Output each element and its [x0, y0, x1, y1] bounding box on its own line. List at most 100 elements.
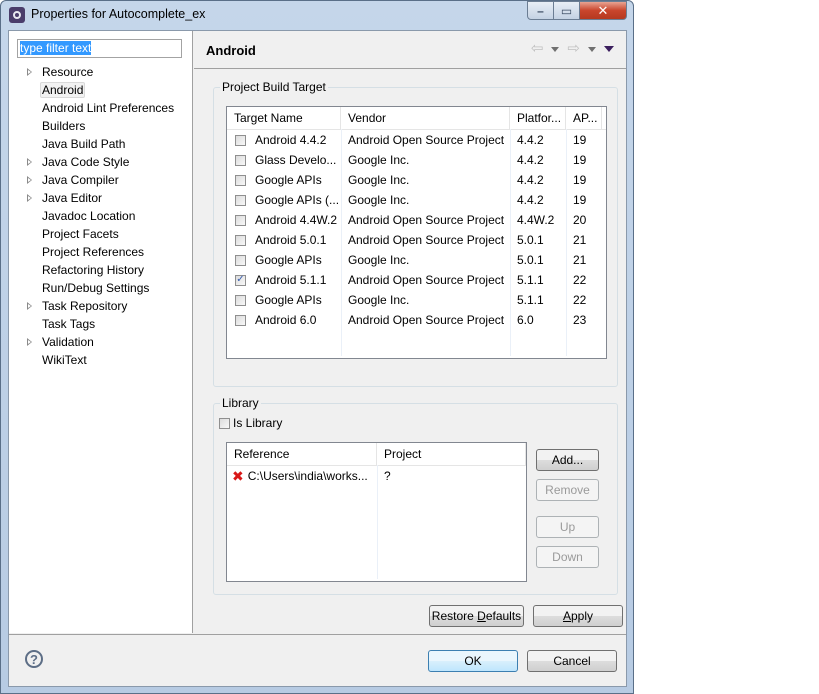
- checkbox[interactable]: [235, 174, 246, 186]
- api-cell: 21: [573, 253, 587, 267]
- forward-dropdown-icon[interactable]: [588, 46, 596, 52]
- apply-label: Apply: [562, 609, 594, 623]
- vendor-cell: Android Open Source Project: [348, 233, 505, 247]
- restore-defaults-button[interactable]: Restore Defaults: [429, 605, 524, 627]
- checkbox[interactable]: [235, 194, 246, 206]
- sidebar-item-project-references[interactable]: Project References: [9, 243, 192, 261]
- group-label: Library: [220, 396, 261, 410]
- checkbox[interactable]: [235, 314, 246, 326]
- expand-arrow-icon[interactable]: [27, 338, 32, 346]
- remove-button[interactable]: Remove: [536, 479, 599, 501]
- reference-path: C:\Users\india\works...: [247, 469, 368, 483]
- close-button[interactable]: ✕: [580, 1, 627, 20]
- title-bar[interactable]: Properties for Autocomplete_ex – ▭ ✕: [1, 1, 633, 29]
- sidebar-item-android[interactable]: Android: [9, 81, 192, 99]
- view-menu-icon[interactable]: [604, 46, 614, 52]
- sidebar-item-builders[interactable]: Builders: [9, 117, 192, 135]
- checkbox[interactable]: [235, 234, 246, 246]
- column-divider: [341, 129, 342, 356]
- checkbox[interactable]: [235, 214, 246, 226]
- window-title: Properties for Autocomplete_ex: [31, 7, 206, 21]
- expand-arrow-icon[interactable]: [27, 194, 32, 202]
- checkbox[interactable]: [235, 254, 246, 266]
- target-name: Android 6.0: [255, 313, 317, 327]
- table-row[interactable]: Glass Develo... Google Inc. 4.4.2 19: [227, 150, 606, 170]
- apply-button[interactable]: Apply: [533, 605, 623, 627]
- properties-dialog: Properties for Autocomplete_ex – ▭ ✕ typ…: [0, 0, 634, 694]
- table-header: Target Name Vendor Platfor... AP...: [227, 107, 606, 130]
- maximize-button[interactable]: ▭: [554, 1, 580, 20]
- sidebar-item-javadoc-location[interactable]: Javadoc Location: [9, 207, 192, 225]
- ok-button[interactable]: OK: [428, 650, 518, 672]
- down-button[interactable]: Down: [536, 546, 599, 568]
- checkbox[interactable]: [235, 134, 246, 146]
- vendor-cell: Google Inc.: [348, 293, 410, 307]
- table-row[interactable]: Google APIs Google Inc. 5.0.1 21: [227, 250, 606, 270]
- sidebar-item-label: Task Repository: [42, 299, 128, 313]
- expand-arrow-icon[interactable]: [27, 158, 32, 166]
- sidebar-item-android-lint-preferences[interactable]: Android Lint Preferences: [9, 99, 192, 117]
- sidebar-item-project-facets[interactable]: Project Facets: [9, 225, 192, 243]
- sidebar-item-task-tags[interactable]: Task Tags: [9, 315, 192, 333]
- sidebar-item-task-repository[interactable]: Task Repository: [9, 297, 192, 315]
- table-row[interactable]: Android 5.0.1 Android Open Source Project…: [227, 230, 606, 250]
- sidebar-item-run-debug-settings[interactable]: Run/Debug Settings: [9, 279, 192, 297]
- up-button[interactable]: Up: [536, 516, 599, 538]
- platform-cell: 4.4.2: [517, 133, 544, 147]
- forward-arrow-icon[interactable]: ⇨: [567, 41, 580, 56]
- column-header-reference[interactable]: Reference: [227, 443, 377, 465]
- dialog-client-area: type filter text Resource Android Android …: [8, 30, 627, 687]
- back-dropdown-icon[interactable]: [551, 46, 560, 52]
- expand-arrow-icon[interactable]: [27, 302, 32, 310]
- sidebar-item-java-code-style[interactable]: Java Code Style: [9, 153, 192, 171]
- column-header-vendor[interactable]: Vendor: [341, 107, 510, 129]
- column-divider: [510, 129, 511, 356]
- add-button[interactable]: Add...: [536, 449, 599, 471]
- tree-list: Resource Android Android Lint Preferences B…: [9, 63, 192, 369]
- expand-arrow-icon[interactable]: [27, 68, 32, 76]
- sidebar-item-wikitext[interactable]: WikiText: [9, 351, 192, 369]
- minimize-button[interactable]: –: [527, 1, 554, 20]
- filter-input[interactable]: type filter text: [17, 39, 182, 58]
- column-header-project[interactable]: Project: [377, 443, 526, 465]
- checkbox-checked[interactable]: ✓: [235, 274, 246, 286]
- table-row[interactable]: Google APIs Google Inc. 4.4.2 19: [227, 170, 606, 190]
- sidebar-item-refactoring-history[interactable]: Refactoring History: [9, 261, 192, 279]
- table-row[interactable]: Android 4.4.2 Android Open Source Project…: [227, 130, 606, 150]
- is-library-checkbox[interactable]: Is Library: [219, 416, 282, 430]
- sidebar-item-java-compiler[interactable]: Java Compiler: [9, 171, 192, 189]
- table-row[interactable]: Google APIs (... Google Inc. 4.4.2 19: [227, 190, 606, 210]
- column-header-platform[interactable]: Platfor...: [510, 107, 566, 129]
- sidebar-item-java-build-path[interactable]: Java Build Path: [9, 135, 192, 153]
- table-row[interactable]: Android 4.4W.2 Android Open Source Projec…: [227, 210, 606, 230]
- checkbox[interactable]: [235, 154, 246, 166]
- checkbox-box[interactable]: [219, 417, 230, 429]
- sidebar-item-label: Java Compiler: [42, 173, 119, 187]
- sidebar-item-java-editor[interactable]: Java Editor: [9, 189, 192, 207]
- cancel-button[interactable]: Cancel: [527, 650, 617, 672]
- sidebar-item-resource[interactable]: Resource: [9, 63, 192, 81]
- vendor-cell: Android Open Source Project: [348, 273, 505, 287]
- column-header-target-name[interactable]: Target Name: [227, 107, 341, 129]
- target-name: Android 5.0.1: [255, 233, 327, 247]
- close-icon: ✕: [597, 2, 609, 18]
- target-name-cell: Android 5.0.1: [227, 230, 341, 250]
- target-name: Android 4.4W.2: [255, 213, 338, 227]
- is-library-label: Is Library: [233, 416, 283, 430]
- column-header-api[interactable]: AP...: [566, 107, 602, 129]
- table-row[interactable]: Android 6.0 Android Open Source Project 6.…: [227, 310, 606, 330]
- build-target-table[interactable]: Target Name Vendor Platfor... AP... Andr…: [226, 106, 607, 359]
- platform-cell: 5.1.1: [517, 273, 544, 287]
- target-name: Android 4.4.2: [255, 133, 327, 147]
- checkbox[interactable]: [235, 294, 246, 306]
- target-name: Android 5.1.1: [255, 273, 327, 287]
- back-arrow-icon[interactable]: ⇦: [531, 41, 544, 56]
- sidebar-item-validation[interactable]: Validation: [9, 333, 192, 351]
- table-row[interactable]: Google APIs Google Inc. 5.1.1 22: [227, 290, 606, 310]
- library-reference-table[interactable]: Reference Project ✖ C:\Users\india\works…: [226, 442, 527, 582]
- expand-arrow-icon[interactable]: [27, 176, 32, 184]
- help-icon[interactable]: ?: [25, 650, 43, 668]
- table-row[interactable]: ✓ Android 5.1.1 Android Open Source Projec…: [227, 270, 606, 290]
- library-group: Library Is Library Reference Project ✖ C…: [213, 396, 618, 595]
- api-cell: 23: [573, 313, 587, 327]
